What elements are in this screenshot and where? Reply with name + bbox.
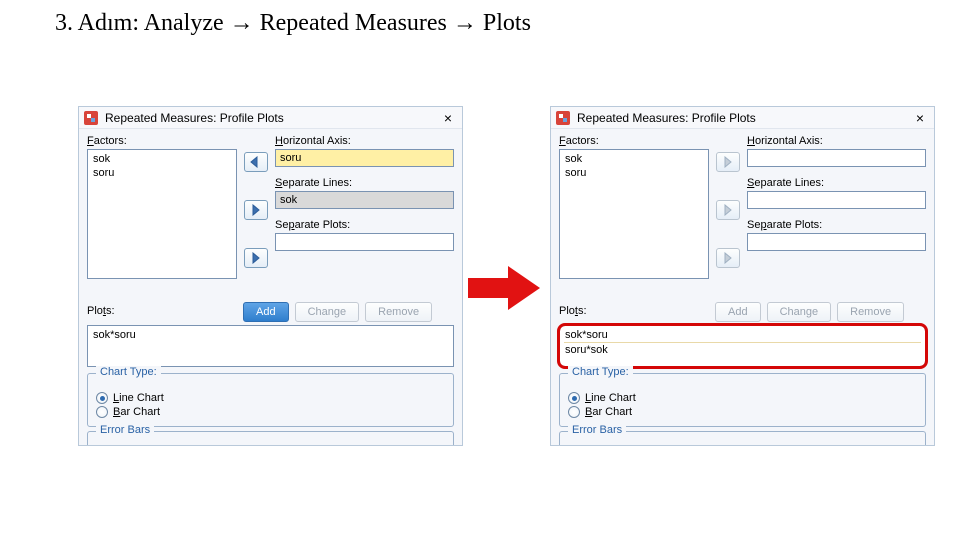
- factors-label: Factors:: [559, 135, 709, 147]
- close-button[interactable]: ×: [440, 110, 456, 126]
- line-chart-label: Line Chart: [585, 392, 636, 404]
- horizontal-axis-field[interactable]: [747, 149, 926, 167]
- line-chart-radio[interactable]: Line Chart: [96, 392, 445, 404]
- spss-app-icon: [555, 110, 571, 126]
- plots-label: Plots:: [87, 305, 237, 317]
- horizontal-axis-field[interactable]: soru: [275, 149, 454, 167]
- bar-chart-radio[interactable]: Bar Chart: [96, 406, 445, 418]
- close-button[interactable]: ×: [912, 110, 928, 126]
- add-button[interactable]: Add: [243, 302, 289, 322]
- plots-listbox[interactable]: sok*soru: [87, 325, 454, 367]
- line-chart-radio[interactable]: Line Chart: [568, 392, 917, 404]
- separate-plots-field[interactable]: [747, 233, 926, 251]
- bar-chart-label: Bar Chart: [585, 406, 632, 418]
- factors-label: Factors:: [87, 135, 237, 147]
- error-bars-group-title: Error Bars: [96, 424, 154, 436]
- list-item[interactable]: sok*soru: [92, 328, 449, 342]
- error-bars-group: Error Bars: [87, 431, 454, 445]
- chart-type-group-title: Chart Type:: [568, 366, 633, 378]
- change-button: Change: [767, 302, 832, 322]
- radio-icon: [568, 392, 580, 404]
- chart-type-group: Chart Type: Line Chart Bar Chart: [559, 373, 926, 427]
- remove-button: Remove: [837, 302, 904, 322]
- separate-lines-label: Separate Lines:: [747, 177, 926, 189]
- line-chart-label: Line Chart: [113, 392, 164, 404]
- profile-plots-dialog-after: Repeated Measures: Profile Plots × Facto…: [550, 106, 935, 446]
- move-to-separate-plots-button[interactable]: [716, 248, 740, 268]
- factors-listbox[interactable]: sok soru: [87, 149, 237, 279]
- bar-chart-label: Bar Chart: [113, 406, 160, 418]
- separate-plots-field[interactable]: [275, 233, 454, 251]
- titlebar: Repeated Measures: Profile Plots ×: [79, 107, 462, 129]
- list-item[interactable]: sok*soru: [564, 328, 921, 343]
- chart-type-group: Chart Type: Line Chart Bar Chart: [87, 373, 454, 427]
- transition-arrow: [468, 266, 540, 310]
- titlebar: Repeated Measures: Profile Plots ×: [551, 107, 934, 129]
- move-to-separate-lines-button[interactable]: [716, 200, 740, 220]
- radio-icon: [568, 406, 580, 418]
- spss-app-icon: [83, 110, 99, 126]
- dialog-title: Repeated Measures: Profile Plots: [105, 111, 284, 125]
- factors-listbox[interactable]: sok soru: [559, 149, 709, 279]
- radio-icon: [96, 406, 108, 418]
- list-item[interactable]: soru: [564, 166, 704, 180]
- move-to-horizontal-axis-button[interactable]: [244, 152, 268, 172]
- step-title: 3. Adım: Analyze → Repeated Measures → P…: [55, 10, 531, 37]
- bar-chart-radio[interactable]: Bar Chart: [568, 406, 917, 418]
- plots-label: Plots:: [559, 305, 709, 317]
- chart-type-group-title: Chart Type:: [96, 366, 161, 378]
- radio-icon: [96, 392, 108, 404]
- profile-plots-dialog-before: Repeated Measures: Profile Plots × Facto…: [78, 106, 463, 446]
- error-bars-group: Error Bars: [559, 431, 926, 445]
- list-item[interactable]: sok: [92, 152, 232, 166]
- horizontal-axis-label: Horizontal Axis:: [275, 135, 454, 147]
- list-item[interactable]: soru: [92, 166, 232, 180]
- dialog-title: Repeated Measures: Profile Plots: [577, 111, 756, 125]
- separate-lines-field[interactable]: sok: [275, 191, 454, 209]
- horizontal-axis-label: Horizontal Axis:: [747, 135, 926, 147]
- plots-listbox[interactable]: sok*soru soru*sok: [559, 325, 926, 367]
- list-item[interactable]: soru*sok: [564, 343, 921, 357]
- add-button: Add: [715, 302, 761, 322]
- list-item[interactable]: sok: [564, 152, 704, 166]
- error-bars-group-title: Error Bars: [568, 424, 626, 436]
- move-to-horizontal-axis-button[interactable]: [716, 152, 740, 172]
- remove-button: Remove: [365, 302, 432, 322]
- move-to-separate-plots-button[interactable]: [244, 248, 268, 268]
- move-to-separate-lines-button[interactable]: [244, 200, 268, 220]
- separate-plots-label: Separate Plots:: [747, 219, 926, 231]
- separate-lines-field[interactable]: [747, 191, 926, 209]
- separate-lines-label: Separate Lines:: [275, 177, 454, 189]
- change-button: Change: [295, 302, 360, 322]
- separate-plots-label: Separate Plots:: [275, 219, 454, 231]
